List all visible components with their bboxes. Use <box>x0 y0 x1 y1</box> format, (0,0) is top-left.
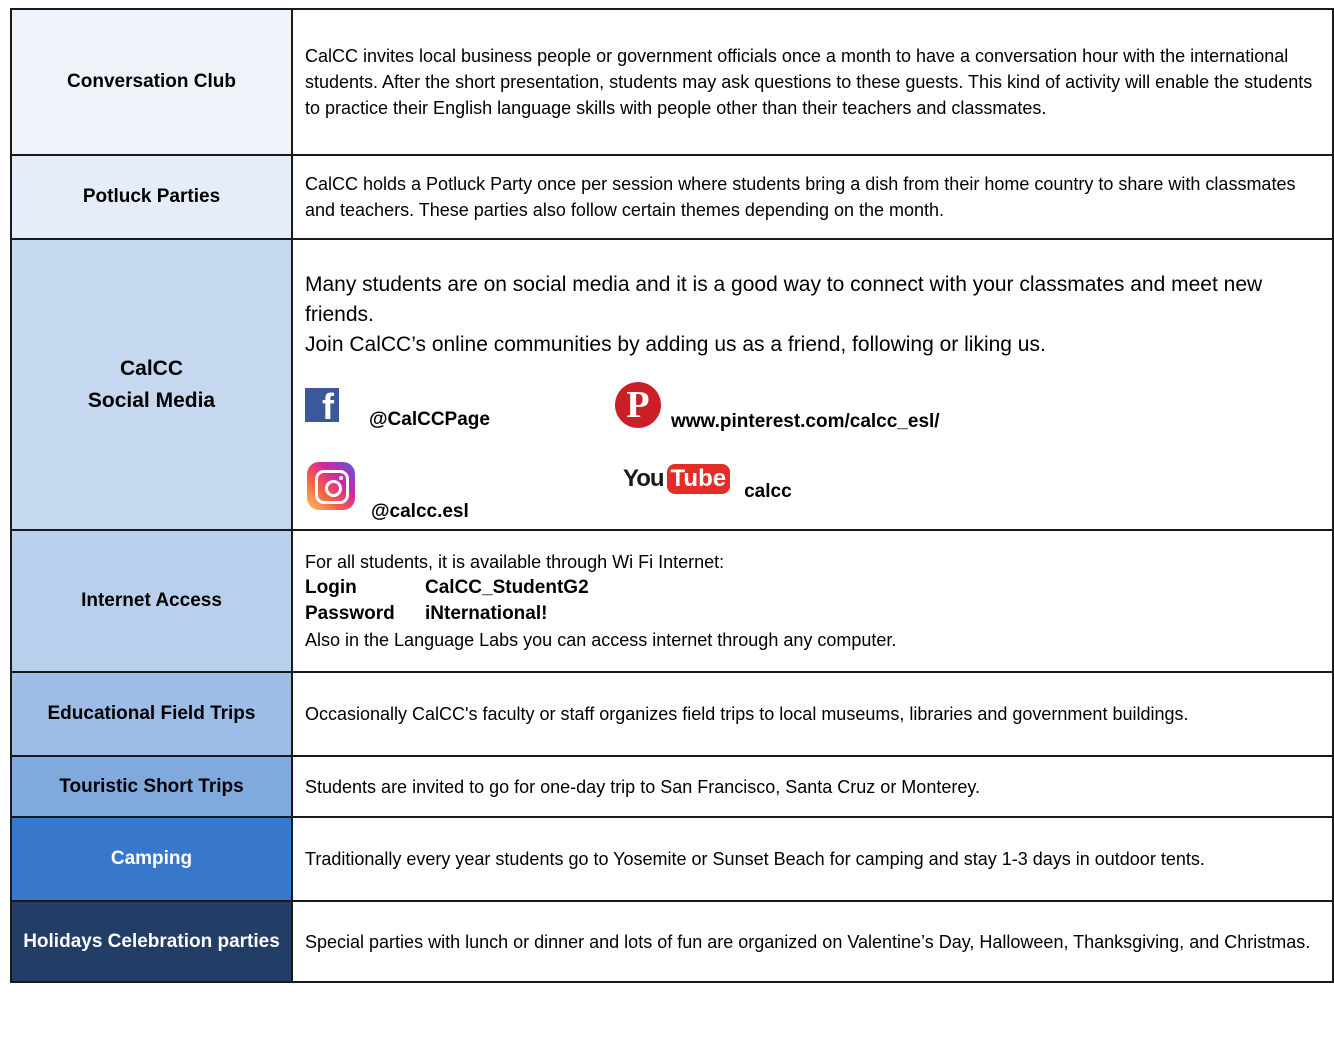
row-label-line1: CalCC <box>119 356 183 380</box>
row-label: Educational Field Trips <box>10 671 293 757</box>
social-intro: Many students are on social media and it… <box>305 273 1263 326</box>
row-label: Touristic Short Trips <box>10 755 293 818</box>
password-line: Password iNternational! <box>305 601 1320 627</box>
table-row: CalCC Social Media Many students are on … <box>10 238 1334 531</box>
row-description: Students are invited to go for one-day t… <box>291 755 1334 818</box>
row-description: CalCC invites local business people or g… <box>291 8 1334 156</box>
table-row: Touristic Short Trips Students are invit… <box>10 755 1334 818</box>
table-row: Potluck Parties CalCC holds a Potluck Pa… <box>10 154 1334 240</box>
row-label: Potluck Parties <box>10 154 293 240</box>
login-value: CalCC_StudentG2 <box>425 577 589 598</box>
facebook-link[interactable]: f @CalCCPage <box>305 388 490 430</box>
row-label: Internet Access <box>10 529 293 673</box>
activities-table: Conversation Club CalCC invites local bu… <box>10 8 1334 983</box>
table-row: Camping Traditionally every year student… <box>10 816 1334 902</box>
row-label: CalCC Social Media <box>10 238 293 531</box>
row-label-line2: Social Media <box>87 388 216 412</box>
row-description: Traditionally every year students go to … <box>291 816 1334 902</box>
instagram-icon <box>307 462 355 510</box>
row-label: Camping <box>10 816 293 902</box>
youtube-link[interactable]: You Tube calcc <box>623 464 792 502</box>
facebook-icon: f <box>305 388 339 425</box>
login-line: Login CalCC_StudentG2 <box>305 575 1320 601</box>
table-row: Educational Field Trips Occasionally Cal… <box>10 671 1334 757</box>
facebook-handle: @CalCCPage <box>369 409 490 430</box>
social-links: f @CalCCPage P www.pinterest.com/calcc_e… <box>305 364 1320 529</box>
social-join: Join CalCC’s online communities by addin… <box>305 333 1046 356</box>
youtube-handle: calcc <box>744 481 792 502</box>
row-label: Conversation Club <box>10 8 293 156</box>
pinterest-icon: P <box>615 382 661 428</box>
instagram-handle: @calcc.esl <box>371 501 469 522</box>
internet-access-description: For all students, it is available throug… <box>291 529 1334 673</box>
password-key: Password <box>305 603 395 624</box>
internet-intro: For all students, it is available throug… <box>305 552 725 572</box>
pinterest-handle: www.pinterest.com/calcc_esl/ <box>671 411 940 432</box>
table-row: Holidays Celebration parties Special par… <box>10 900 1334 983</box>
youtube-icon: You Tube <box>623 464 731 494</box>
password-value: iNternational! <box>425 603 548 624</box>
row-description: Occasionally CalCC's faculty or staff or… <box>291 671 1334 757</box>
login-key: Login <box>305 577 357 598</box>
row-description: Special parties with lunch or dinner and… <box>291 900 1334 983</box>
instagram-link[interactable]: @calcc.esl <box>307 462 469 522</box>
row-description: CalCC holds a Potluck Party once per ses… <box>291 154 1334 240</box>
pinterest-link[interactable]: P www.pinterest.com/calcc_esl/ <box>615 382 940 432</box>
row-label: Holidays Celebration parties <box>10 900 293 983</box>
social-media-description: Many students are on social media and it… <box>291 238 1334 531</box>
internet-note: Also in the Language Labs you can access… <box>305 630 897 650</box>
table-row: Internet Access For all students, it is … <box>10 529 1334 673</box>
table-row: Conversation Club CalCC invites local bu… <box>10 8 1334 156</box>
